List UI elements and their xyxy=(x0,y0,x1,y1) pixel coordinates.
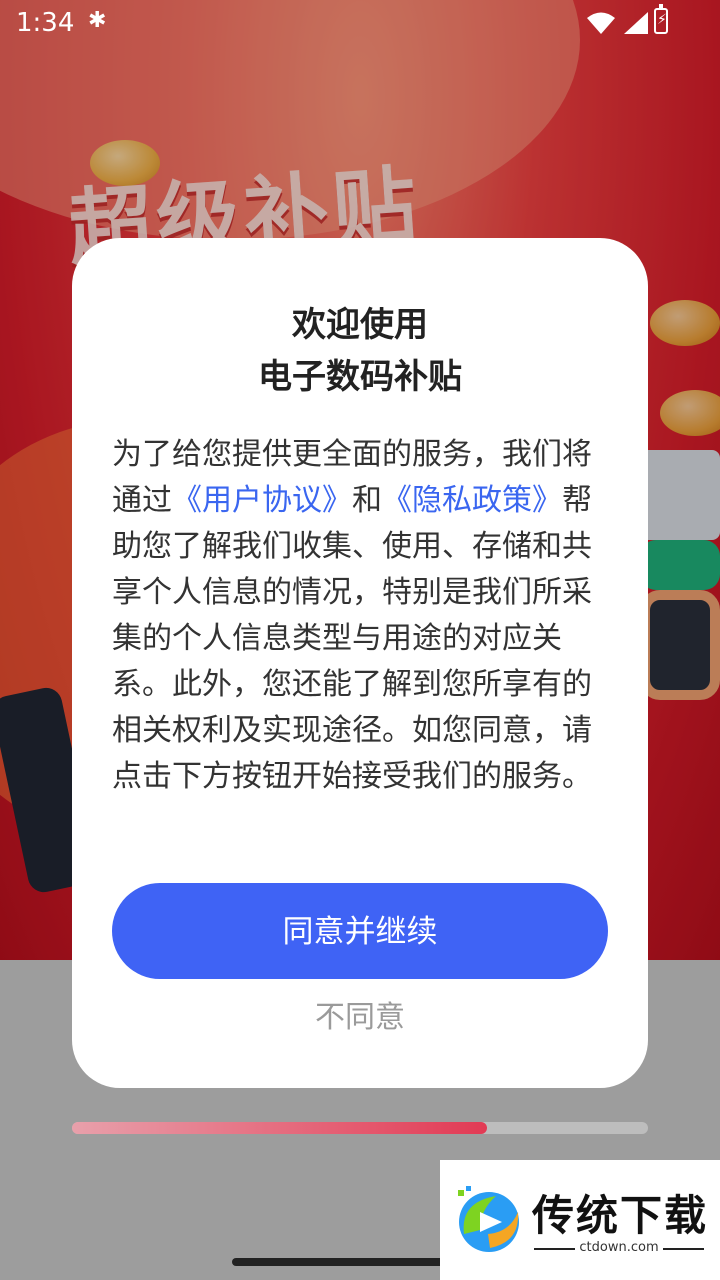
bluetooth-icon: ✱ xyxy=(88,8,107,33)
status-bar: 1:34 ✱ ⚡ xyxy=(0,0,720,48)
signal-icon xyxy=(624,12,648,34)
watermark: 传统下载 ctdown.com xyxy=(440,1160,720,1280)
battery-charging-icon: ⚡ xyxy=(654,4,668,34)
status-time: 1:34 xyxy=(16,8,75,38)
watermark-subtitle: ctdown.com xyxy=(536,1240,702,1255)
watermark-title: 传统下载 xyxy=(532,1191,709,1240)
agree-continue-button[interactable]: 同意并继续 xyxy=(112,883,608,979)
dialog-body: 为了给您提供更全面的服务，我们将通过《用户协议》和《隐私政策》帮助您了解我们收集… xyxy=(112,432,608,800)
body-text-part: 和 xyxy=(352,483,382,518)
wifi-icon xyxy=(587,12,615,34)
body-text-part: 帮助您了解我们收集、使用、存储和共享个人信息的情况，特别是我们所采集的个人信息类… xyxy=(112,483,592,794)
dialog-title-line2: 电子数码补贴 xyxy=(258,357,462,397)
watermark-subtitle-text: ctdown.com xyxy=(575,1240,663,1255)
privacy-dialog: 欢迎使用 电子数码补贴 为了给您提供更全面的服务，我们将通过《用户协议》和《隐私… xyxy=(72,238,648,1088)
ctdown-logo-icon xyxy=(458,1186,519,1252)
privacy-policy-link[interactable]: 《隐私政策》 xyxy=(382,483,562,518)
disagree-button[interactable]: 不同意 xyxy=(72,998,648,1038)
loading-progress-bar xyxy=(72,1122,648,1134)
user-agreement-link[interactable]: 《用户协议》 xyxy=(172,483,352,518)
dialog-title-line1: 欢迎使用 xyxy=(292,305,428,345)
progress-fill xyxy=(72,1122,487,1134)
